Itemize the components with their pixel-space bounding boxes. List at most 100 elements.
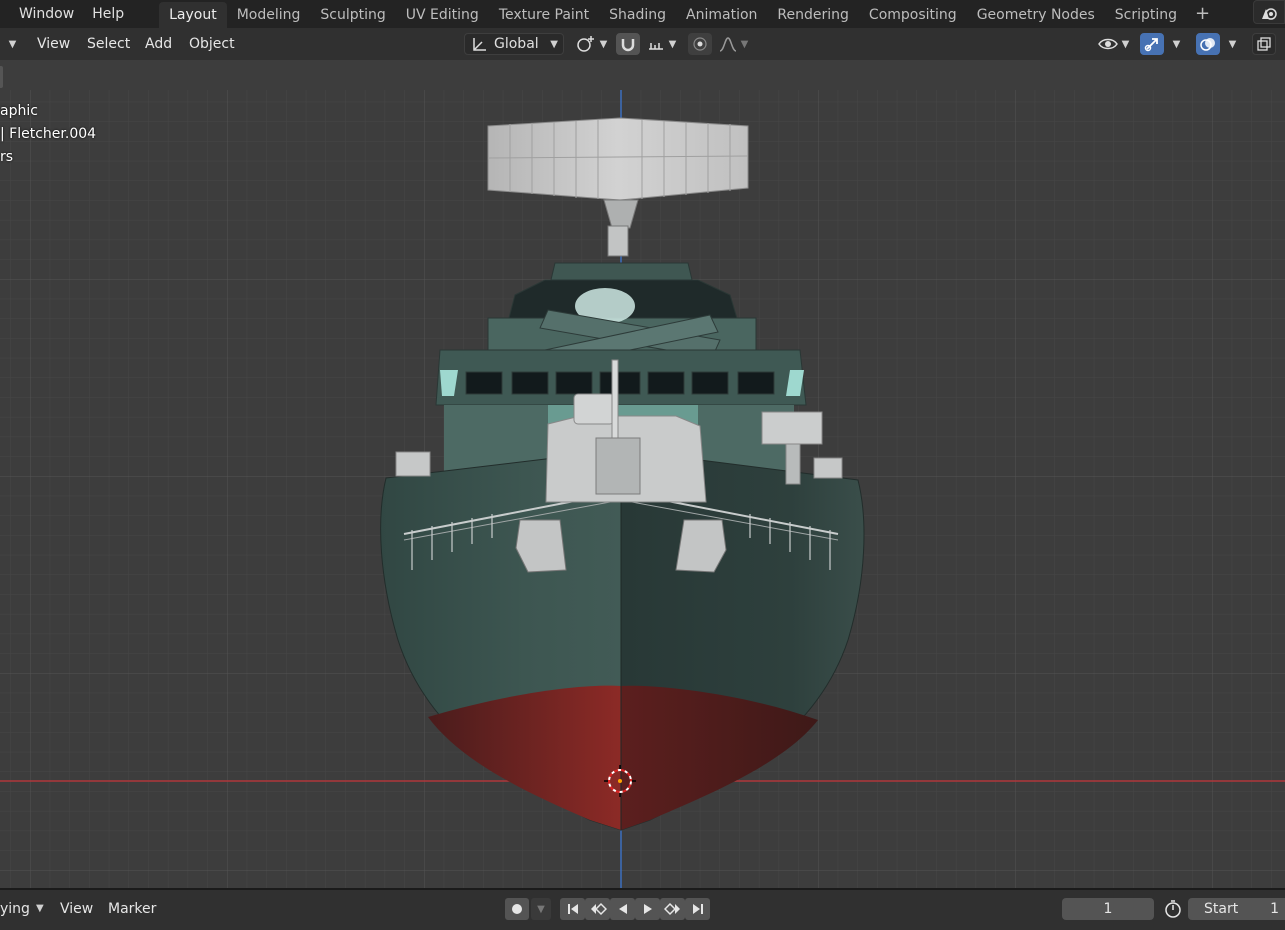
pivot-point-icon <box>576 36 594 52</box>
tab-rendering[interactable]: Rendering <box>767 2 859 28</box>
turret-optic <box>573 393 615 425</box>
tab-uv-editing[interactable]: UV Editing <box>396 2 489 28</box>
play-reverse-icon <box>618 904 627 914</box>
turret-front <box>595 437 641 495</box>
tab-shading[interactable]: Shading <box>599 2 676 28</box>
menu-window[interactable]: Window <box>10 2 83 26</box>
falloff-curve-icon <box>719 37 736 52</box>
proportional-editing-toggle[interactable] <box>688 33 712 55</box>
menu-help[interactable]: Help <box>83 2 133 26</box>
chevron-down-icon: ▼ <box>35 903 44 914</box>
chevron-down-icon: ▼ <box>1121 38 1130 50</box>
transform-orientation-dropdown[interactable]: Global ▼ <box>464 33 564 55</box>
top-bar: Window Help Layout Modeling Sculpting UV… <box>0 0 1285 28</box>
starboard-small-mount <box>813 457 843 479</box>
menu-select[interactable]: Select <box>87 34 130 54</box>
snap-magnet-icon <box>621 39 635 52</box>
chevron-down-icon: ▼ <box>537 903 545 915</box>
viewport-top-fade <box>0 60 1285 90</box>
starboard-post <box>785 443 801 485</box>
gizmo-dropdown[interactable]: ▼ <box>1164 33 1186 55</box>
toolbar-edge[interactable] <box>0 66 3 88</box>
play-button[interactable] <box>635 898 660 920</box>
jump-to-start-icon <box>567 904 578 914</box>
auto-keying-toggle[interactable] <box>505 898 529 920</box>
starboard-mount <box>761 411 823 445</box>
add-workspace-button[interactable]: + <box>1187 2 1218 26</box>
snap-increment-icon <box>648 43 663 50</box>
visibility-eye-icon <box>1097 38 1118 50</box>
overlay-circles-icon <box>1200 38 1215 51</box>
chevron-down-icon: ▼ <box>1172 38 1181 50</box>
menu-view[interactable]: View <box>60 900 93 918</box>
jump-to-end-icon <box>692 904 703 914</box>
start-label: Start <box>1204 901 1239 917</box>
snap-target-dropdown[interactable]: ▼ <box>642 33 680 55</box>
tab-texture-paint[interactable]: Texture Paint <box>489 2 599 28</box>
next-keyframe-icon <box>663 902 680 916</box>
view-info-projection: aphic <box>0 103 38 119</box>
xray-toggle-icon <box>1257 37 1271 51</box>
tab-sculpting[interactable]: Sculpting <box>310 2 395 28</box>
chevron-down-icon: ▼ <box>8 38 17 50</box>
menu-cut-edge[interactable] <box>0 2 10 26</box>
playback-label: ying <box>0 901 30 917</box>
keying-dropdown[interactable]: ▼ <box>531 898 551 920</box>
mast <box>607 225 629 257</box>
scene-icon <box>1262 8 1277 20</box>
viewport-canvas[interactable] <box>0 60 1285 888</box>
jump-to-start-button[interactable] <box>560 898 585 920</box>
tab-modeling[interactable]: Modeling <box>227 2 311 28</box>
menu-marker[interactable]: Marker <box>108 900 156 918</box>
transform-orientation-icon <box>473 38 486 51</box>
play-icon <box>643 904 652 914</box>
chevron-down-icon: ▼ <box>740 38 749 50</box>
radar-antenna <box>487 117 749 201</box>
start-value: 1 <box>1270 901 1279 917</box>
menu-object[interactable]: Object <box>189 34 235 54</box>
view-info-object: | Fletcher.004 <box>0 126 97 142</box>
orientation-label: Global <box>494 36 539 52</box>
3d-viewport[interactable]: aphic | Fletcher.004 rs <box>0 60 1285 888</box>
chevron-down-icon: ▼ <box>1228 38 1237 50</box>
start-frame-field[interactable]: Start 1 <box>1188 898 1285 920</box>
tab-layout[interactable]: Layout <box>159 2 227 28</box>
next-keyframe-button[interactable] <box>660 898 685 920</box>
timeline-header: ying ▼ View Marker ▼ 1 Start 1 <box>0 888 1285 930</box>
stopwatch-icon <box>1165 900 1181 918</box>
chevron-down-icon: ▼ <box>550 38 558 50</box>
chevron-down-icon: ▼ <box>599 38 608 50</box>
previous-keyframe-button[interactable] <box>585 898 610 920</box>
viewport-header: ▼ View Select Add Object Global ▼ ▼ ▼ ▼ … <box>0 28 1285 60</box>
visibility-dropdown[interactable]: ▼ <box>1093 33 1133 55</box>
tab-scripting[interactable]: Scripting <box>1105 2 1187 28</box>
overlay-dropdown[interactable]: ▼ <box>1220 33 1242 55</box>
snap-toggle[interactable] <box>616 33 640 55</box>
chevron-down-icon: ▼ <box>668 38 677 50</box>
play-reverse-button[interactable] <box>610 898 635 920</box>
auto-keying-record-icon <box>512 904 522 914</box>
proportional-editing-icon <box>693 37 707 51</box>
jump-to-end-button[interactable] <box>685 898 710 920</box>
tab-geometry-nodes[interactable]: Geometry Nodes <box>967 2 1105 28</box>
tab-animation[interactable]: Animation <box>676 2 767 28</box>
anchor-starboard <box>675 519 727 573</box>
playback-dropdown[interactable]: ying ▼ <box>0 900 44 918</box>
current-frame-field[interactable]: 1 <box>1062 898 1154 920</box>
xray-toggle[interactable] <box>1252 33 1276 55</box>
falloff-dropdown[interactable]: ▼ <box>714 33 752 55</box>
view-info-units: rs <box>0 149 14 165</box>
gizmo-toggle[interactable] <box>1140 33 1164 55</box>
menu-add[interactable]: Add <box>145 34 172 54</box>
overlay-toggle[interactable] <box>1196 33 1220 55</box>
tab-compositing[interactable]: Compositing <box>859 2 967 28</box>
use-preview-range-toggle[interactable] <box>1160 898 1186 920</box>
previous-keyframe-icon <box>590 902 607 916</box>
pivot-point-dropdown[interactable]: ▼ <box>572 33 610 55</box>
bridge-windows <box>465 371 775 395</box>
editor-type-dropdown[interactable]: ▼ <box>0 33 22 55</box>
menu-view[interactable]: View <box>37 34 70 54</box>
scene-selector-button[interactable] <box>1253 0 1285 24</box>
port-mount <box>395 451 431 477</box>
gun-barrel <box>611 359 619 441</box>
